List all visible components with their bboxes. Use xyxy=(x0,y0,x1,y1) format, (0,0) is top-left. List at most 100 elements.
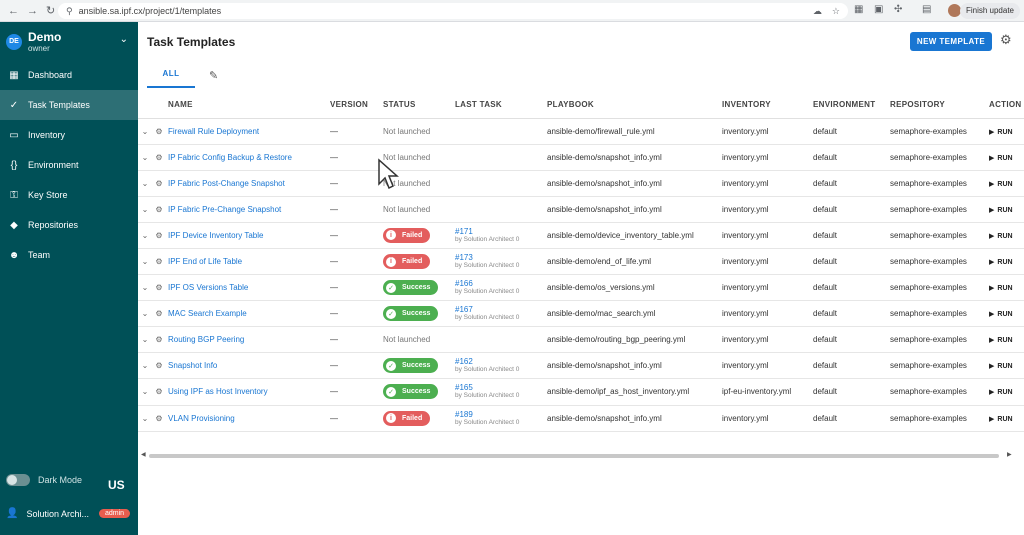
column-header[interactable]: LAST TASK xyxy=(455,92,547,119)
status-badge-success[interactable]: ✓ Success xyxy=(383,358,439,374)
pencil-icon[interactable]: ✎ xyxy=(209,69,218,88)
template-name-link[interactable]: IPF Device Inventory Table xyxy=(168,231,263,240)
status-badge-failed[interactable]: i Failed xyxy=(383,254,431,270)
run-button[interactable]: ▶ RUN xyxy=(989,285,1013,292)
table-row[interactable]: ⌄ ⚙ MAC Search Example — ✓ Success #167 by Solu… xyxy=(138,300,1024,328)
run-button[interactable]: ▶ RUN xyxy=(989,389,1013,396)
status-badge-success[interactable]: ✓ Success xyxy=(383,280,439,296)
template-name-link[interactable]: IP Fabric Config Backup & Restore xyxy=(168,153,292,162)
run-button[interactable]: ▶ RUN xyxy=(989,207,1013,214)
reading-list-icon[interactable]: ▤ xyxy=(922,4,931,15)
template-name-link[interactable]: IPF End of Life Table xyxy=(168,257,242,266)
run-button[interactable]: ▶ RUN xyxy=(989,129,1013,136)
column-header[interactable]: STATUS xyxy=(383,92,455,119)
sidebar-item-dashboard[interactable]: ▦ Dashboard xyxy=(0,60,138,90)
extension-icon[interactable]: ▣ xyxy=(874,4,883,15)
last-task-link[interactable]: #173 xyxy=(455,253,547,262)
gear-icon[interactable]: ⚙ xyxy=(152,127,166,136)
gear-icon[interactable]: ⚙ xyxy=(152,309,166,318)
run-button[interactable]: ▶ RUN xyxy=(989,155,1013,162)
chevron-down-icon[interactable]: ⌄ xyxy=(120,34,128,45)
gear-icon[interactable]: ⚙ xyxy=(152,153,166,162)
template-name-link[interactable]: VLAN Provisioning xyxy=(168,414,235,423)
last-task-link[interactable]: #166 xyxy=(455,279,547,288)
status-badge-success[interactable]: ✓ Success xyxy=(383,384,439,400)
chevron-down-icon[interactable]: ⌄ xyxy=(138,361,152,370)
column-header[interactable]: INVENTORY xyxy=(722,92,813,119)
column-header[interactable]: REPOSITORY xyxy=(890,92,989,119)
scroll-right-icon[interactable]: ▶ xyxy=(1007,451,1012,458)
dark-mode-toggle[interactable] xyxy=(6,474,30,486)
language-selector[interactable]: US xyxy=(108,478,125,492)
run-button[interactable]: ▶ RUN xyxy=(989,363,1013,370)
project-selector[interactable]: DE Demo owner ⌄ xyxy=(0,22,138,62)
chevron-down-icon[interactable]: ⌄ xyxy=(138,335,152,344)
finish-update-button[interactable]: Finish update xyxy=(959,3,1020,19)
sidebar-item-repositories[interactable]: ◆ Repositories xyxy=(0,210,138,240)
run-button[interactable]: ▶ RUN xyxy=(989,416,1013,423)
chevron-down-icon[interactable]: ⌄ xyxy=(138,414,152,423)
chevron-down-icon[interactable]: ⌄ xyxy=(138,179,152,188)
site-info-icon[interactable]: ⚲ xyxy=(66,6,73,17)
status-badge-success[interactable]: ✓ Success xyxy=(383,306,439,322)
table-row[interactable]: ⌄ ⚙ IPF OS Versions Table — ✓ Success #166 by S… xyxy=(138,274,1024,302)
last-task-link[interactable]: #189 xyxy=(455,410,547,419)
cloud-icon[interactable]: ☁ xyxy=(813,6,822,17)
forward-icon[interactable]: → xyxy=(27,5,38,17)
table-row[interactable]: ⌄ ⚙ IPF Device Inventory Table — i Failed #171… xyxy=(138,222,1024,249)
extension-icon[interactable]: ▦ xyxy=(854,4,863,15)
last-task-link[interactable]: #167 xyxy=(455,305,547,314)
table-row[interactable]: ⌄ ⚙ Using IPF as Host Inventory — ✓ Success #1… xyxy=(138,378,1024,406)
table-row[interactable]: ⌄ ⚙ IP Fabric Pre-Change Snapshot — Not laun… xyxy=(138,196,1024,223)
table-row[interactable]: ⌄ ⚙ IP Fabric Config Backup & Restore — Not … xyxy=(138,144,1024,171)
column-header[interactable]: VERSION xyxy=(330,92,383,119)
last-task-link[interactable]: #162 xyxy=(455,357,547,366)
chevron-down-icon[interactable]: ⌄ xyxy=(138,257,152,266)
run-button[interactable]: ▶ RUN xyxy=(989,233,1013,240)
gear-icon[interactable]: ⚙ xyxy=(152,179,166,188)
run-button[interactable]: ▶ RUN xyxy=(989,311,1013,318)
scrollbar-thumb[interactable] xyxy=(149,454,999,458)
column-header[interactable]: PLAYBOOK xyxy=(547,92,722,119)
bookmark-star-icon[interactable]: ☆ xyxy=(832,6,840,17)
chevron-down-icon[interactable]: ⌄ xyxy=(138,387,152,396)
sidebar-item-inventory[interactable]: ▭ Inventory xyxy=(0,120,138,150)
last-task-link[interactable]: #165 xyxy=(455,383,547,392)
gear-icon[interactable]: ⚙ xyxy=(152,387,166,396)
gear-icon[interactable]: ⚙ xyxy=(1000,32,1012,48)
tab-all[interactable]: ALL xyxy=(147,69,195,88)
column-header[interactable]: ENVIRONMENT xyxy=(813,92,890,119)
gear-icon[interactable]: ⚙ xyxy=(152,257,166,266)
gear-icon[interactable]: ⚙ xyxy=(152,205,166,214)
template-name-link[interactable]: Firewall Rule Deployment xyxy=(168,127,259,136)
chevron-down-icon[interactable]: ⌄ xyxy=(138,205,152,214)
table-row[interactable]: ⌄ ⚙ IPF End of Life Table — i Failed #173 by So… xyxy=(138,248,1024,276)
back-icon[interactable]: ← xyxy=(8,5,19,17)
table-row[interactable]: ⌄ ⚙ Snapshot Info — ✓ Success #162 by Solution … xyxy=(138,352,1024,380)
gear-icon[interactable]: ⚙ xyxy=(152,361,166,370)
run-button[interactable]: ▶ RUN xyxy=(989,259,1013,266)
puzzle-icon[interactable]: ✣ xyxy=(894,4,902,15)
template-name-link[interactable]: IP Fabric Pre-Change Snapshot xyxy=(168,205,281,214)
chevron-down-icon[interactable]: ⌄ xyxy=(138,309,152,318)
run-button[interactable]: ▶ RUN xyxy=(989,337,1013,344)
address-bar[interactable]: ⚲ ansible.sa.ipf.cx/project/1/templates … xyxy=(58,3,848,19)
gear-icon[interactable]: ⚙ xyxy=(152,414,166,423)
sidebar-item-environment[interactable]: {} Environment xyxy=(0,150,138,180)
last-task-link[interactable]: #171 xyxy=(455,227,547,236)
table-row[interactable]: ⌄ ⚙ IP Fabric Post-Change Snapshot — Not lau… xyxy=(138,170,1024,197)
sidebar-item-team[interactable]: ☻ Team xyxy=(0,240,138,270)
table-row[interactable]: ⌄ ⚙ Firewall Rule Deployment — Not launched a… xyxy=(138,118,1024,145)
table-row[interactable]: ⌄ ⚙ Routing BGP Peering — Not launched ansibl… xyxy=(138,326,1024,354)
template-name-link[interactable]: Routing BGP Peering xyxy=(168,335,244,344)
gear-icon[interactable]: ⚙ xyxy=(152,231,166,240)
reload-icon[interactable]: ↻ xyxy=(46,4,55,17)
template-name-link[interactable]: IPF OS Versions Table xyxy=(168,283,248,292)
sidebar-item-key-store[interactable]: ⚿ Key Store xyxy=(0,180,138,210)
column-header[interactable]: ACTION xyxy=(989,92,1024,119)
chevron-down-icon[interactable]: ⌄ xyxy=(138,231,152,240)
template-name-link[interactable]: MAC Search Example xyxy=(168,309,247,318)
chevron-down-icon[interactable]: ⌄ xyxy=(138,127,152,136)
status-badge-failed[interactable]: i Failed xyxy=(383,227,431,243)
new-template-button[interactable]: NEW TEMPLATE xyxy=(910,32,992,51)
